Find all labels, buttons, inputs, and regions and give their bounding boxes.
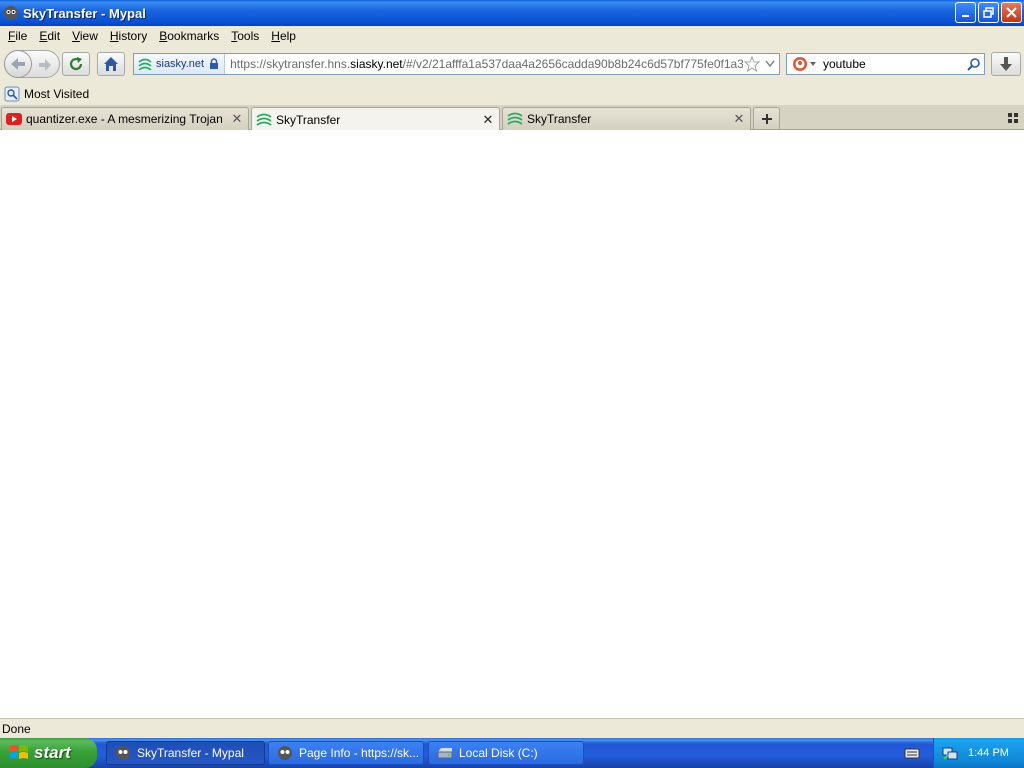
minimize-button[interactable] (955, 2, 976, 23)
skytransfer-icon (256, 113, 272, 126)
list-all-tabs-button[interactable] (1006, 111, 1020, 125)
mypal-icon (3, 5, 19, 21)
reload-button[interactable] (62, 52, 90, 76)
search-bar[interactable]: youtube (786, 53, 985, 75)
restore-button[interactable] (978, 2, 999, 23)
search-input[interactable]: youtube (821, 57, 964, 71)
windows-logo-icon (10, 745, 28, 759)
minimize-icon (961, 14, 969, 17)
window-titlebar[interactable]: SkyTransfer - Mypal (0, 0, 1024, 26)
grid-icon (1008, 113, 1018, 123)
download-arrow-icon (1000, 57, 1012, 71)
taskbar-item-label: SkyTransfer - Mypal (137, 746, 244, 760)
close-icon (1006, 7, 1017, 18)
most-visited-icon (4, 86, 20, 101)
clock[interactable]: 1:44 PM (968, 747, 1009, 759)
tab-label: SkyTransfer (527, 112, 592, 126)
tab-quantizer[interactable]: quantizer.exe - A mesmerizing Trojan hor… (1, 107, 249, 130)
url-host: siasky.net (350, 57, 403, 71)
taskbar-item-page-info[interactable]: Page Info - https://sk... (268, 741, 424, 765)
status-bar: Done (0, 718, 1024, 738)
tab-close-button[interactable]: ✕ (732, 111, 746, 126)
caret-down-icon (810, 61, 816, 66)
menu-view[interactable]: View (66, 29, 104, 43)
tab-close-button[interactable]: ✕ (230, 111, 244, 126)
drive-icon (437, 748, 453, 759)
restore-icon (983, 7, 994, 18)
search-icon (967, 58, 980, 71)
tab-skytransfer-active[interactable]: SkyTransfer ✕ (251, 107, 500, 131)
menu-tools[interactable]: Tools (225, 29, 265, 43)
network-icon[interactable] (942, 745, 958, 761)
skytransfer-icon (138, 58, 152, 70)
lock-icon (210, 58, 219, 69)
home-button[interactable] (97, 52, 125, 76)
bookmark-most-visited[interactable]: Most Visited (24, 87, 89, 101)
plus-icon (761, 113, 772, 124)
menu-help[interactable]: Help (265, 29, 302, 43)
search-engine-button[interactable] (787, 56, 821, 72)
tab-label: SkyTransfer (276, 112, 341, 127)
menu-edit[interactable]: Edit (33, 29, 66, 43)
page-content[interactable] (0, 130, 1024, 718)
chevron-down-icon (765, 60, 775, 68)
downloads-button[interactable] (991, 52, 1021, 76)
taskbar-item-label: Page Info - https://sk... (299, 746, 420, 760)
search-go-button[interactable] (964, 57, 984, 71)
mypal-icon (278, 746, 292, 760)
taskbar-item-label: Local Disk (C:) (459, 746, 538, 760)
back-forward-group (4, 50, 60, 78)
back-button[interactable] (4, 50, 32, 78)
url-prefix: https://skytransfer.hns. (230, 57, 351, 71)
youtube-icon (6, 113, 22, 125)
menu-history[interactable]: History (104, 29, 153, 43)
close-button[interactable] (1001, 2, 1022, 23)
tab-label: quantizer.exe - A mesmerizing Trojan hor… (26, 112, 226, 126)
status-text: Done (2, 721, 31, 736)
url-bar[interactable]: siasky.net https://skytransfer.hns.siask… (133, 53, 780, 75)
bookmark-star-button[interactable] (743, 56, 761, 72)
reload-icon (69, 57, 83, 71)
navigation-toolbar: siasky.net https://skytransfer.hns.siask… (0, 46, 1024, 82)
tab-strip: quantizer.exe - A mesmerizing Trojan hor… (0, 105, 1024, 131)
system-tray: 1:44 PM (933, 738, 1024, 768)
taskbar: start SkyTransfer - Mypal Page Info - ht… (0, 738, 1024, 768)
menu-bar: File Edit View History Bookmarks Tools H… (0, 26, 1024, 46)
start-button[interactable]: start (0, 738, 97, 768)
skytransfer-icon (507, 112, 523, 125)
forward-button[interactable] (37, 57, 53, 76)
tab-close-button[interactable]: ✕ (481, 112, 495, 127)
home-icon (104, 57, 118, 71)
bookmarks-toolbar: Most Visited (0, 82, 1024, 105)
url-path: /#/v2/21afffa1a537daa4a2656cadda90b8b24c… (402, 57, 743, 71)
duckduckgo-icon (793, 57, 807, 71)
window-title: SkyTransfer - Mypal (23, 5, 146, 21)
new-tab-button[interactable] (753, 107, 780, 130)
forward-arrow-icon (39, 59, 51, 71)
taskbar-item-local-disk[interactable]: Local Disk (C:) (428, 741, 584, 765)
star-icon (744, 56, 760, 72)
menu-bookmarks[interactable]: Bookmarks (153, 29, 225, 43)
taskbar-item-skytransfer[interactable]: SkyTransfer - Mypal (106, 741, 265, 765)
site-identity-label: siasky.net (156, 58, 205, 70)
site-identity-button[interactable]: siasky.net (134, 54, 226, 74)
tab-skytransfer[interactable]: SkyTransfer ✕ (502, 107, 751, 130)
mypal-icon (116, 746, 130, 760)
menu-file[interactable]: File (2, 29, 33, 43)
keyboard-language-icon[interactable] (904, 746, 920, 760)
back-arrow-icon (11, 58, 25, 70)
start-label: start (34, 743, 71, 762)
url-text[interactable]: https://skytransfer.hns.siasky.net/#/v2/… (225, 57, 743, 71)
url-history-dropdown[interactable] (761, 60, 779, 68)
